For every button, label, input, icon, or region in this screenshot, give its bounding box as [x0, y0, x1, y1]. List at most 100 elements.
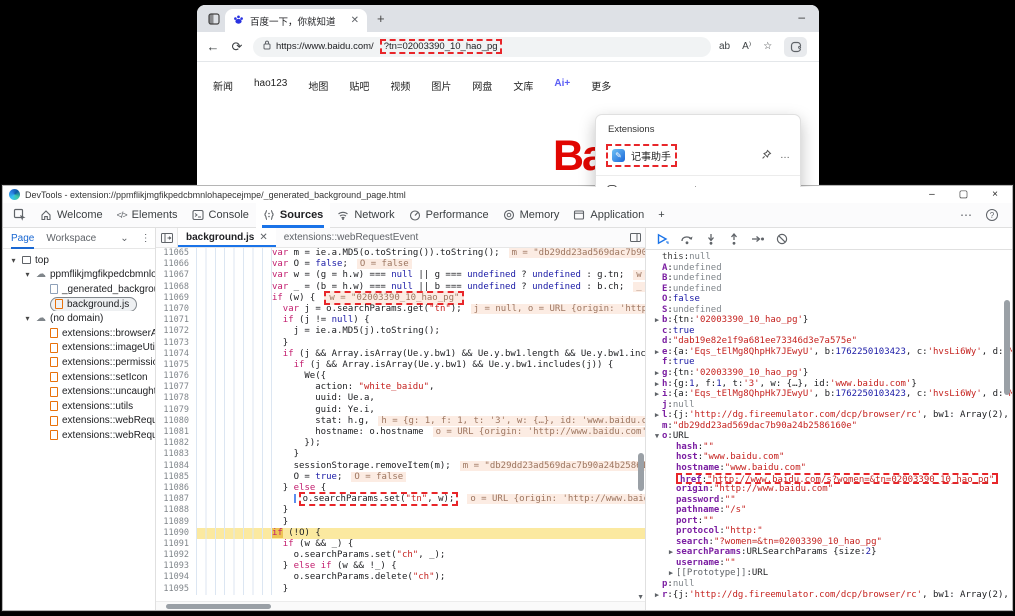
code-line-11082[interactable]: 11082}); [156, 438, 645, 449]
code-line-11087[interactable]: 11087o.searchParams.set("tn", w);o = URL… [156, 494, 645, 505]
line-number[interactable]: 11091 [156, 539, 196, 550]
step-out-icon[interactable] [728, 233, 740, 245]
scope-row-o[interactable]: ▼o: URL [646, 431, 1012, 442]
devtools-minimize-button[interactable]: – [929, 189, 935, 200]
nav-link[interactable]: hao123 [254, 78, 287, 93]
tab-actions-icon[interactable] [205, 10, 223, 28]
tree-item--no-domain-[interactable]: ▾☁(no domain) [3, 311, 155, 326]
pin-icon[interactable] [761, 149, 772, 163]
nav-link[interactable]: 文库 [513, 78, 533, 93]
line-number[interactable]: 11068 [156, 282, 196, 293]
nav-link[interactable]: 地图 [308, 78, 328, 93]
expand-arrow-icon[interactable]: ▾ [9, 256, 18, 265]
line-number[interactable]: 11076 [156, 371, 196, 382]
line-number[interactable]: 11093 [156, 561, 196, 572]
line-number[interactable]: 11085 [156, 472, 196, 483]
refresh-icon[interactable]: ⟳ [229, 39, 245, 55]
expand-arrow-icon[interactable]: ▾ [23, 270, 32, 279]
devtools-maximize-button[interactable]: ▢ [959, 189, 968, 200]
tree-item-top[interactable]: ▾top [3, 253, 155, 268]
code-line-11089[interactable]: 11089} [156, 517, 645, 528]
code-line-11077[interactable]: 11077action: "white_baidu", [156, 382, 645, 393]
chevron-down-icon[interactable]: ⌄ [120, 233, 128, 244]
expand-arrow-icon[interactable]: ▼ [652, 431, 662, 442]
line-number[interactable]: 11088 [156, 505, 196, 516]
back-icon[interactable]: ← [205, 39, 221, 54]
code-line-11094[interactable]: 11094o.searchParams.delete("ch"); [156, 572, 645, 583]
scope-row-g[interactable]: ▶g: {tn: '02003390_10_hao_pg'} [646, 368, 1012, 379]
line-number[interactable]: 11082 [156, 438, 196, 449]
code-line-11088[interactable]: 11088} [156, 505, 645, 516]
tree-item-extensions-seticon[interactable]: extensions::setIcon [3, 370, 155, 385]
expand-arrow-icon[interactable]: ▶ [652, 389, 662, 400]
tree-item-extensions-uncaught-ex-[interactable]: extensions::uncaught_ex... [3, 384, 155, 399]
code-line-11095[interactable]: 11095} [156, 584, 645, 595]
code-line-11091[interactable]: 11091if (w && _) { [156, 539, 645, 550]
expand-arrow-icon[interactable]: ▶ [666, 547, 676, 558]
line-number[interactable]: 11094 [156, 572, 196, 583]
favorites-star-icon[interactable]: ☆ [763, 41, 772, 52]
code-line-11090[interactable]: 11090if (!O) { [156, 528, 645, 539]
code-area[interactable]: 11065var m = ie.a.MD5(o.toString()).toSt… [156, 248, 645, 601]
line-number[interactable]: 11095 [156, 584, 196, 595]
nav-link[interactable]: 图片 [431, 78, 451, 93]
tree-item-ppmflikjmgfikpedcbmnloh-[interactable]: ▾☁ppmflikjmgfikpedcbmnloh... [3, 268, 155, 283]
expand-arrow-icon[interactable]: ▶ [652, 347, 662, 358]
scope-row-r[interactable]: ▶r: {j: 'http://dg.fireemulator.com/dcp/… [646, 590, 1012, 601]
line-number[interactable]: 11071 [156, 315, 196, 326]
line-number[interactable]: 11081 [156, 427, 196, 438]
tree-item-extensions-webrequest[interactable]: extensions::webRequest [3, 414, 155, 429]
editor-overflow-icon[interactable] [625, 228, 645, 247]
expand-arrow-icon[interactable]: ▶ [652, 368, 662, 379]
line-number[interactable]: 11069 [156, 293, 196, 304]
resume-icon[interactable] [656, 233, 669, 245]
browser-minimize-button[interactable]: – [798, 10, 805, 24]
line-number[interactable]: 11080 [156, 416, 196, 427]
devtools-more-icon[interactable]: ⋯ [960, 208, 972, 222]
code-line-11073[interactable]: 11073} [156, 338, 645, 349]
tree-item-extensions-utils[interactable]: extensions::utils [3, 399, 155, 414]
kebab-menu-icon[interactable]: ⋮ [141, 233, 151, 244]
tree-item-extensions-permissions[interactable]: extensions::permissions [3, 355, 155, 370]
code-line-11076[interactable]: 11076We({ [156, 371, 645, 382]
devtools-tab-elements[interactable]: </>Elements [110, 203, 185, 228]
nav-link[interactable]: 贴吧 [349, 78, 369, 93]
extension-more-icon[interactable]: … [780, 150, 790, 161]
code-line-11071[interactable]: 11071if (j != null) { [156, 315, 645, 326]
vertical-scrollbar[interactable]: ▼ [636, 248, 645, 601]
tab-workspace[interactable]: Workspace [46, 228, 96, 249]
line-number[interactable]: 11089 [156, 517, 196, 528]
line-number[interactable]: 11072 [156, 326, 196, 337]
devtools-tab-sources[interactable]: Sources [256, 203, 330, 228]
expand-arrow-icon[interactable]: ▾ [23, 314, 32, 323]
tree-item-background-js[interactable]: background.js [3, 297, 155, 312]
scope-row-i[interactable]: ▶i: {a: 'Eqs_tElMg8QhpHk7JEwyU', b: 1762… [646, 389, 1012, 400]
devtools-help-icon[interactable]: ? [986, 209, 998, 221]
line-number[interactable]: 11073 [156, 338, 196, 349]
line-number[interactable]: 11075 [156, 360, 196, 371]
devtools-tab-performance[interactable]: Performance [402, 203, 496, 228]
scope-scrollbar[interactable] [1004, 258, 1011, 395]
nav-link[interactable]: 新闻 [213, 78, 233, 93]
code-line-11067[interactable]: 11067var w = (g = h.w) === null || g ===… [156, 270, 645, 281]
code-line-11079[interactable]: 11079guid: Ye.i, [156, 405, 645, 416]
code-line-11093[interactable]: 11093} else if (w && !_) { [156, 561, 645, 572]
devtools-tab-welcome[interactable]: Welcome [33, 203, 110, 228]
address-bar[interactable]: https://www.baidu.com/?tn=02003390_10_ha… [253, 37, 711, 57]
line-number[interactable]: 11078 [156, 393, 196, 404]
line-number[interactable]: 11077 [156, 382, 196, 393]
line-number[interactable]: 11067 [156, 270, 196, 281]
code-line-11083[interactable]: 11083} [156, 449, 645, 460]
line-number[interactable]: 11087 [156, 494, 196, 505]
code-line-11078[interactable]: 11078uuid: Ue.a, [156, 393, 645, 404]
line-number[interactable]: 11079 [156, 405, 196, 416]
tab-page[interactable]: Page [11, 228, 34, 249]
code-line-11081[interactable]: 11081hostname: o.hostnameo = URL {origin… [156, 427, 645, 438]
expand-arrow-icon[interactable]: ▶ [652, 315, 662, 326]
tab-close-icon[interactable]: ✕ [259, 232, 267, 243]
scope-row-e[interactable]: ▶e: {a: 'Eqs_tElMg8QhpHk7JEwyU', b: 1762… [646, 347, 1012, 358]
devtools-tab-memory[interactable]: Memory [496, 203, 567, 228]
line-number[interactable]: 11090 [156, 528, 196, 539]
line-number[interactable]: 11065 [156, 248, 196, 259]
nav-link[interactable]: 网盘 [472, 78, 492, 93]
